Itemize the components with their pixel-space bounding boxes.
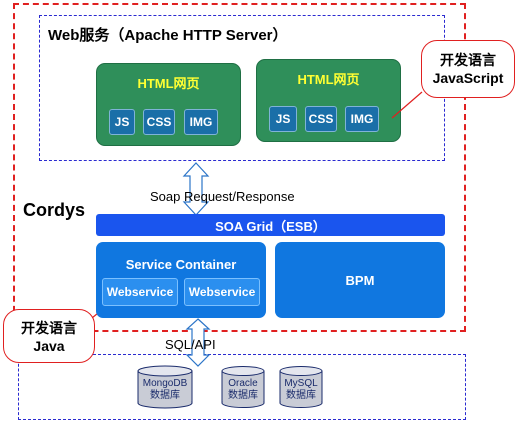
javascript-callout-line2: JavaScript [432, 70, 504, 86]
javascript-callout: 开发语言 JavaScript [421, 40, 515, 98]
service-container: Service Container Webservice Webservice [96, 242, 266, 318]
webservice-chip-2: Webservice [184, 278, 260, 306]
mongodb-database: MongoDB 数据库 [138, 370, 192, 402]
mysql-database: MySQL 数据库 [280, 370, 322, 402]
javascript-callout-line1: 开发语言 [440, 52, 496, 68]
java-callout: 开发语言 Java [3, 309, 95, 363]
java-callout-line2: Java [33, 338, 65, 354]
soa-grid-bar: SOA Grid（ESB） [96, 214, 445, 236]
soap-label: Soap Request/Response [150, 189, 295, 204]
sql-api-label: SQL/API [165, 337, 216, 352]
bpm-box: BPM [275, 242, 445, 318]
mysql-name: MySQL [284, 378, 318, 389]
service-container-title: Service Container [125, 257, 237, 272]
java-callout-line1: 开发语言 [21, 320, 77, 336]
oracle-database: Oracle 数据库 [222, 370, 264, 402]
cordys-label: Cordys [23, 200, 86, 220]
mongodb-name: MongoDB [142, 378, 188, 389]
webservice-chip-1: Webservice [102, 278, 178, 306]
oracle-sub: 数据库 [228, 390, 258, 401]
mongodb-sub: 数据库 [150, 390, 180, 401]
mysql-sub: 数据库 [286, 390, 316, 401]
javascript-pointer-line [391, 91, 423, 119]
oracle-name: Oracle [228, 378, 258, 389]
